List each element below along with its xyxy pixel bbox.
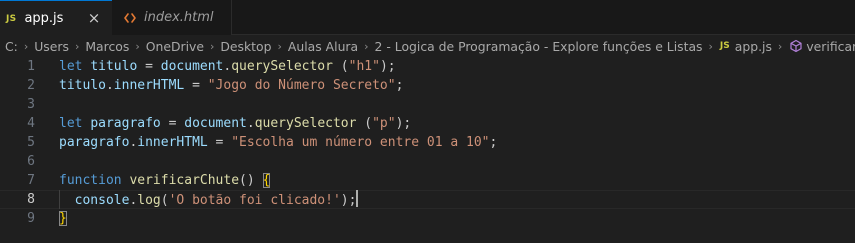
code-token: = <box>160 116 185 131</box>
code-token: querySelector <box>254 116 357 131</box>
code-token: innerHTML <box>137 135 208 150</box>
code-token: document <box>184 116 247 131</box>
code-token: ; <box>395 78 404 93</box>
breadcrumb-item[interactable]: Users <box>28 39 69 54</box>
code-token: ); <box>340 193 357 208</box>
code-line[interactable]: 4 let paragrafo = document.querySelector … <box>0 114 855 133</box>
code-token: = <box>184 78 208 93</box>
code-line[interactable]: 7 function verificarChute() { <box>0 171 855 190</box>
method-symbol-icon <box>789 39 803 53</box>
code-token: querySelector <box>231 59 333 74</box>
line-number: 9 <box>27 211 35 226</box>
line-number: 3 <box>27 97 35 112</box>
close-icon[interactable]: × <box>86 10 102 26</box>
tab-label: app.js <box>24 11 64 26</box>
code-line[interactable]: 3 <box>0 95 855 114</box>
code-token: ( <box>160 193 169 208</box>
code-token: . <box>105 78 114 93</box>
code-token: function <box>59 173 130 188</box>
code-token: let <box>59 116 91 131</box>
line-number: 5 <box>27 135 35 150</box>
code-token: () <box>239 173 263 188</box>
breadcrumb-item[interactable]: 2 - Logica de Programação - Explore funç… <box>369 39 703 54</box>
breadcrumb-item[interactable]: Marcos <box>79 39 129 54</box>
line-number: 8 <box>27 192 35 207</box>
code-line[interactable]: 8 console.log('O botão foi clicado!'); <box>0 190 855 209</box>
js-file-icon: JS <box>719 41 730 51</box>
code-line[interactable]: 9} <box>0 209 855 228</box>
code-token: console <box>74 193 130 208</box>
breadcrumb-file[interactable]: app.js <box>732 39 772 54</box>
text-cursor <box>356 190 359 207</box>
code-token: log <box>137 193 161 208</box>
code-text: function verificarChute() { <box>59 171 271 190</box>
code-token: titulo <box>59 78 106 93</box>
code-text: } <box>59 209 67 228</box>
code-token: "Escolha um número entre 01 a 10" <box>231 135 490 150</box>
breadcrumb-item[interactable]: C: <box>0 39 18 54</box>
code-text: let titulo = document.querySelector ("h1… <box>59 57 396 76</box>
breadcrumb: C: › Users › Marcos › OneDrive › Desktop… <box>0 35 855 57</box>
breadcrumb-item[interactable]: Aulas Alura <box>282 39 358 54</box>
code-editor[interactable]: 1 let titulo = document.querySelector ("h… <box>0 57 855 243</box>
code-token: ( <box>356 116 373 131</box>
line-number: 7 <box>27 173 35 188</box>
code-token: document <box>160 59 224 74</box>
tab-index-html[interactable]: index.html <box>112 0 232 35</box>
code-token: = <box>207 135 232 150</box>
breadcrumb-item[interactable]: OneDrive <box>140 39 204 54</box>
tab-label: index.html <box>144 10 214 25</box>
line-number: 2 <box>27 78 35 93</box>
breadcrumb-item[interactable]: Desktop <box>214 39 271 54</box>
line-number: 1 <box>27 59 35 74</box>
code-line[interactable]: 1 let titulo = document.querySelector ("h… <box>0 57 855 76</box>
code-text: paragrafo.innerHTML = "Escolha um número… <box>59 133 497 152</box>
code-token: = <box>137 59 161 74</box>
html-file-icon <box>124 12 136 24</box>
chevron-right-icon: › <box>777 39 783 53</box>
line-number: 6 <box>27 154 35 169</box>
code-token: 'O botão foi clicado!' <box>168 193 341 208</box>
code-line[interactable]: 6 <box>0 152 855 171</box>
code-text: console.log('O botão foi clicado!'); <box>59 190 359 210</box>
line-number: 4 <box>27 116 35 131</box>
breadcrumb-symbol[interactable]: verificarChute <box>806 39 855 54</box>
code-token: paragrafo <box>90 116 161 131</box>
code-token: { <box>262 173 271 188</box>
code-line[interactable]: 2 titulo.innerHTML = "Jogo do Número Secr… <box>0 76 855 95</box>
code-token: "h1" <box>348 59 380 74</box>
code-token: ; <box>489 135 498 150</box>
code-line[interactable]: 5 paragrafo.innerHTML = "Escolha um númer… <box>0 133 855 152</box>
code-token: "Jogo do Número Secreto" <box>207 78 396 93</box>
code-token: titulo <box>90 59 138 74</box>
code-token: "p" <box>372 116 396 131</box>
code-token: paragrafo <box>59 135 130 150</box>
code-token: ( <box>332 59 349 74</box>
code-text: let paragrafo = document.querySelector (… <box>59 114 411 133</box>
code-token: } <box>59 211 67 226</box>
code-token: ); <box>395 116 412 131</box>
code-text: titulo.innerHTML = "Jogo do Número Secre… <box>59 76 403 95</box>
code-token: verificarChute <box>129 173 240 188</box>
code-token: innerHTML <box>113 78 185 93</box>
js-file-icon: JS <box>6 13 17 24</box>
code-token: . <box>246 116 255 131</box>
code-token: ); <box>379 59 396 74</box>
tab-bar: JS app.js × index.html <box>0 0 855 36</box>
code-token: let <box>59 59 91 74</box>
tab-app-js[interactable]: JS app.js × <box>0 0 112 36</box>
